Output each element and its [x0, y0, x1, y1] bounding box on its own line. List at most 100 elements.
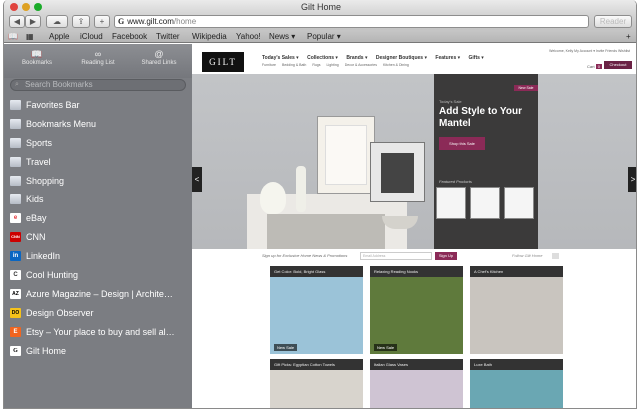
gilt-logo[interactable]: GILT — [202, 52, 244, 72]
bookmark-apple[interactable]: Apple — [49, 30, 69, 43]
back-button[interactable]: ◀ — [9, 15, 25, 28]
tile-new-sale-badge: New Sale — [374, 344, 398, 351]
sidebar-item-label: Travel — [26, 156, 51, 167]
follow-text[interactable]: Follow Gilt Home — [512, 250, 542, 262]
new-tab-button[interactable]: + — [94, 15, 110, 28]
sale-tile[interactable]: Italian Glass Vases — [370, 359, 463, 408]
add-tab-icon[interactable]: + — [626, 30, 631, 43]
photo-frame-image — [370, 142, 425, 202]
sidebar-item-kids[interactable]: Kids — [4, 190, 192, 209]
folder-icon — [10, 175, 21, 186]
nav-gifts[interactable]: Gifts ▾ — [469, 55, 484, 61]
featured-products-label: Featured Products — [439, 179, 472, 184]
checkout-button[interactable]: Checkout — [604, 61, 632, 69]
bookmark-icloud[interactable]: iCloud — [80, 30, 103, 43]
sale-tile[interactable]: Luxe Bath — [470, 359, 563, 408]
sidebar-item-label: Cool Hunting — [26, 270, 79, 281]
top-sites-button[interactable]: ▦ — [26, 30, 34, 43]
subnav-decor[interactable]: Decor & Accessories — [345, 63, 377, 67]
sidebar-item-travel[interactable]: Travel — [4, 153, 192, 172]
bookmark-twitter[interactable]: Twitter — [156, 30, 180, 43]
sale-tile[interactable]: Relaxing Reading Nooks New Sale — [370, 266, 463, 354]
web-page: GILT Today's Sales ▾ Collections ▾ Brand… — [192, 44, 636, 408]
share-icon: ⇪ — [77, 17, 85, 26]
sale-tile[interactable]: A Chef's Kitchen — [470, 266, 563, 354]
subnav-kitchen[interactable]: Kitchen & Dining — [383, 63, 409, 67]
close-window-button[interactable] — [10, 3, 18, 11]
icloud-tabs-button[interactable]: ☁ — [46, 15, 68, 28]
email-input[interactable]: Email Address — [360, 252, 432, 260]
tab-reading-list[interactable]: ∞ Reading List — [68, 48, 128, 66]
tile-caption: Gift Picks: Egyptian Cotton Towels — [270, 359, 363, 370]
reader-button[interactable]: Reader — [594, 15, 632, 28]
sidebar-item-shopping[interactable]: Shopping — [4, 172, 192, 191]
signup-text: Sign up for Exclusive Home News & Promot… — [262, 253, 348, 258]
bookmark-news-menu[interactable]: News ▾ — [269, 30, 295, 43]
sidebar-item-label: Design Observer — [26, 307, 94, 318]
url-path: /home — [173, 17, 197, 26]
minimize-window-button[interactable] — [22, 3, 30, 11]
subnav-rugs[interactable]: Rugs — [312, 63, 320, 67]
tab-shared-links[interactable]: @ Shared Links — [129, 48, 189, 66]
bookmarks-list: Favorites Bar Bookmarks Menu Sports Trav… — [4, 96, 192, 360]
sale-tile[interactable]: Gift Picks: Egyptian Cotton Towels — [270, 359, 363, 408]
subnav-bedding-bath[interactable]: Bedding & Bath — [282, 63, 306, 67]
sidebar-item-gilt-home[interactable]: G Gilt Home — [4, 342, 192, 361]
sidebar-item-favorites-bar[interactable]: Favorites Bar — [4, 96, 192, 115]
sale-tile[interactable]: Get Color: Bold, Bright Glass New Sale — [270, 266, 363, 354]
plus-icon: + — [99, 17, 105, 26]
sale-card: New Sale Today's Sale Add Style to Your … — [434, 74, 538, 249]
bookmark-wikipedia[interactable]: Wikipedia — [192, 30, 227, 43]
coolhunting-favicon: C — [10, 270, 21, 281]
featured-product-3[interactable] — [504, 187, 534, 219]
bookmark-yahoo[interactable]: Yahoo! — [236, 30, 261, 43]
vase-image — [260, 182, 286, 214]
bowl-image — [382, 216, 418, 229]
sidebar-item-sports[interactable]: Sports — [4, 134, 192, 153]
subnav-lighting[interactable]: Lighting — [326, 63, 338, 67]
carousel-next-button[interactable]: > — [628, 167, 636, 192]
featured-product-2[interactable] — [470, 187, 500, 219]
sidebar-item-linkedin[interactable]: in LinkedIn — [4, 247, 192, 266]
show-bookmarks-button[interactable]: 📖 — [8, 30, 18, 43]
at-icon: @ — [154, 49, 164, 59]
address-field[interactable]: Gwww.gilt.com/home — [114, 15, 589, 28]
bookmarks-search-input[interactable]: ⌕ Search Bookmarks — [10, 79, 186, 91]
bookmark-facebook[interactable]: Facebook — [112, 30, 147, 43]
nav-todays-sales[interactable]: Today's Sales ▾ — [262, 55, 299, 61]
featured-product-1[interactable] — [436, 187, 466, 219]
sidebar-item-design-observer[interactable]: DO Design Observer — [4, 304, 192, 323]
sidebar-item-cnn[interactable]: CNN CNN — [4, 228, 192, 247]
hero-banner[interactable]: < > New Sale Today's Sale Add Style to Y… — [192, 74, 636, 249]
sidebar-tabs: 📖 Bookmarks ∞ Reading List @ Shared Links — [4, 44, 192, 78]
account-links[interactable]: Welcome, Kelly My Account ▾ Invite Frien… — [549, 49, 630, 53]
zoom-window-button[interactable] — [34, 3, 42, 11]
tab-bookmarks[interactable]: 📖 Bookmarks — [7, 48, 67, 66]
subnav-furniture[interactable]: Furniture — [262, 63, 276, 67]
sidebar-item-cool-hunting[interactable]: C Cool Hunting — [4, 266, 192, 285]
signup-button[interactable]: Sign Up — [435, 252, 457, 260]
forward-button[interactable]: ▶ — [25, 15, 41, 28]
shop-sale-button[interactable]: Shop this Sale — [439, 137, 485, 150]
nav-features[interactable]: Features ▾ — [435, 55, 460, 61]
sidebar-item-ebay[interactable]: e eBay — [4, 209, 192, 228]
nav-collections[interactable]: Collections ▾ — [307, 55, 338, 61]
linkedin-favicon: in — [10, 251, 21, 262]
title-bar: Gilt Home — [4, 0, 636, 14]
nav-designer-boutiques[interactable]: Designer Boutiques ▾ — [376, 55, 427, 61]
carousel-prev-button[interactable]: < — [192, 167, 202, 192]
cart-link[interactable]: Cart 0 — [587, 64, 602, 69]
search-icon: ⌕ — [15, 81, 19, 88]
nav-brands[interactable]: Brands ▾ — [346, 55, 367, 61]
sidebar-item-bookmarks-menu[interactable]: Bookmarks Menu — [4, 115, 192, 134]
sidebar-item-etsy[interactable]: E Etsy – Your place to buy and sell al… — [4, 323, 192, 342]
forward-icon: ▶ — [29, 17, 37, 26]
share-button[interactable]: ⇪ — [72, 15, 90, 28]
tile-caption: Relaxing Reading Nooks — [370, 266, 463, 277]
bookmark-popular-menu[interactable]: Popular ▾ — [307, 30, 341, 43]
book-icon: 📖 — [31, 49, 43, 59]
sidebar-item-label: Etsy – Your place to buy and sell al… — [26, 326, 175, 337]
rss-icon[interactable] — [552, 253, 559, 259]
tile-caption: Italian Glass Vases — [370, 359, 463, 370]
sidebar-item-azure[interactable]: AZ Azure Magazine – Design | Archite… — [4, 285, 192, 304]
